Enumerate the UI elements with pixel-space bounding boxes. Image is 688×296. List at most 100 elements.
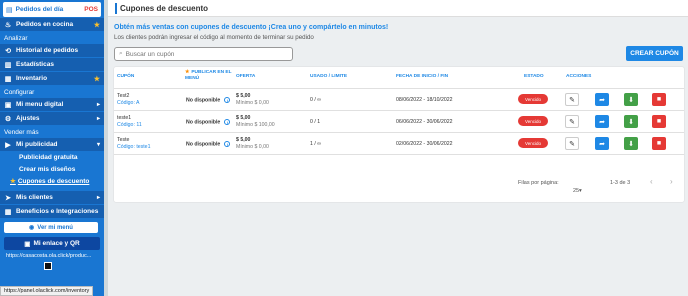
info-icon[interactable]: i bbox=[224, 141, 231, 147]
publish-status: No disponible i bbox=[186, 141, 231, 148]
sidebar-subitem-create-designs[interactable]: Crear mis diseños bbox=[0, 164, 104, 176]
sidebar-item-orders-today[interactable]: ▤ Pedidos del día POS bbox=[3, 2, 101, 17]
sidebar-item-stats[interactable]: ▥ Estadísticas bbox=[0, 58, 104, 71]
section-analyze: Analizar bbox=[4, 35, 28, 42]
pos-badge[interactable]: POS bbox=[84, 6, 98, 13]
edit-button[interactable]: ✎ bbox=[565, 115, 579, 128]
publish-status: No disponible i bbox=[186, 97, 231, 104]
coupon-name: Teste bbox=[117, 137, 130, 143]
offer-minimum: Mínimo $ 0,00 bbox=[236, 100, 269, 106]
delete-button[interactable]: ■ bbox=[652, 93, 666, 106]
chevron-right-icon: ▸ bbox=[96, 195, 100, 201]
link-qr-button[interactable]: ▣ Mi enlace y QR bbox=[4, 237, 100, 250]
inventory-icon: ▦ bbox=[4, 75, 12, 83]
search-input[interactable] bbox=[125, 50, 276, 58]
store-link[interactable]: https://casacosta.ola.click/produc... bbox=[6, 253, 100, 259]
link-icon: ▣ bbox=[24, 240, 31, 248]
sidebar-item-label: Beneficios e Integraciones bbox=[16, 208, 99, 215]
sidebar-item-customers[interactable]: ➤ Mis clientes ▸ bbox=[0, 191, 104, 204]
gear-icon: ⚙ bbox=[4, 115, 12, 123]
chart-icon: ▥ bbox=[4, 61, 12, 69]
sidebar-item-label: Pedidos del día bbox=[15, 6, 64, 13]
qr-code-icon[interactable] bbox=[44, 262, 52, 270]
grid-icon: ▦ bbox=[4, 208, 12, 216]
chevron-down-icon: ▾ bbox=[96, 142, 100, 148]
download-icon: ⬇ bbox=[628, 118, 634, 126]
create-coupon-button[interactable]: CREAR CUPÓN bbox=[626, 46, 683, 61]
view-menu-label: Ver mi menú bbox=[37, 224, 73, 231]
trash-icon: ■ bbox=[656, 118, 662, 125]
search-box[interactable]: ⌕ bbox=[114, 47, 293, 61]
kitchen-icon: ♨ bbox=[4, 21, 12, 29]
status-badge: Vencido bbox=[518, 94, 548, 104]
share-button[interactable]: ➦ bbox=[595, 115, 609, 128]
chevron-right-icon: ▸ bbox=[96, 116, 100, 122]
sidebar-item-label: Mis clientes bbox=[16, 194, 53, 201]
status-badge: Vencido bbox=[518, 116, 548, 126]
next-page-button[interactable]: › bbox=[670, 177, 673, 186]
sidebar-item-inventory[interactable]: ▦ Inventario ★ bbox=[0, 72, 104, 85]
chevron-right-icon: ▸ bbox=[96, 102, 100, 108]
page-range: 1-3 de 3 bbox=[610, 180, 631, 186]
delete-button[interactable]: ■ bbox=[652, 137, 666, 150]
col-status: ESTADO bbox=[524, 74, 544, 79]
sidebar-item-label: Ajustes bbox=[16, 115, 40, 122]
coupon-code: Código: A bbox=[117, 100, 140, 106]
star-icon: ★ bbox=[185, 70, 190, 75]
status-bar-url: https://panel.olaclick.com/inventory bbox=[0, 286, 94, 296]
offer-minimum: Mínimo $ 0,00 bbox=[236, 144, 269, 150]
sidebar-item-label: Mi menu digital bbox=[16, 101, 64, 108]
share-button[interactable]: ➦ bbox=[595, 137, 609, 150]
info-icon[interactable]: i bbox=[224, 119, 231, 125]
rows-per-page-label: Filas por página: bbox=[518, 180, 559, 186]
prev-page-button[interactable]: ‹ bbox=[650, 177, 653, 186]
download-button[interactable]: ⬇ bbox=[624, 93, 638, 106]
download-button[interactable]: ⬇ bbox=[624, 115, 638, 128]
table-header: CUPÓN ★ PUBLICAR EN EL MENÚ OFERTA USADO … bbox=[114, 67, 684, 89]
menu-icon: ▣ bbox=[4, 101, 12, 109]
offer-value: $ 5,00 bbox=[236, 115, 251, 121]
trash-icon: ■ bbox=[656, 140, 662, 147]
share-icon: ➦ bbox=[599, 140, 605, 148]
sidebar-item-advertising[interactable]: ▶ Mi publicidad ▾ bbox=[0, 138, 104, 151]
used-limit: 1 / ∞ bbox=[310, 141, 321, 147]
sidebar-item-benefits[interactable]: ▦ Beneficios e Integraciones bbox=[0, 205, 104, 218]
download-icon: ⬇ bbox=[628, 96, 634, 104]
edit-button[interactable]: ✎ bbox=[565, 93, 579, 106]
sidebar-item-kitchen[interactable]: ♨ Pedidos en cocina ★ bbox=[0, 18, 104, 31]
view-menu-button[interactable]: ◉ Ver mi menú bbox=[4, 222, 98, 233]
pencil-icon: ✎ bbox=[569, 96, 575, 104]
date-range: 06/06/2022 - 30/06/2022 bbox=[396, 119, 453, 125]
info-icon[interactable]: i bbox=[224, 97, 231, 103]
sidebar-subitem-coupons[interactable]: ★ Cupones de descuento bbox=[0, 176, 104, 188]
share-icon: ➦ bbox=[599, 118, 605, 126]
share-button[interactable]: ➦ bbox=[595, 93, 609, 106]
section-sell-more: Vender más bbox=[4, 129, 39, 136]
sidebar-item-settings[interactable]: ⚙ Ajustes ▸ bbox=[0, 112, 104, 125]
table-row: Test2 Código: A No disponible i $ 5,00 Mí… bbox=[114, 89, 684, 111]
table-row: teste1 Código: 11 No disponible i $ 5,00 … bbox=[114, 111, 684, 133]
subtitle-text: Los clientes podrán ingresar el código a… bbox=[114, 34, 314, 41]
star-icon: ★ bbox=[93, 21, 100, 29]
link-qr-label: Mi enlace y QR bbox=[33, 240, 80, 247]
sidebar-item-history[interactable]: ⟲ Historial de pedidos bbox=[0, 44, 104, 57]
offer-value: $ 5,00 bbox=[236, 93, 251, 99]
publish-status-label: No disponible bbox=[186, 97, 221, 104]
sidebar-item-label: Inventario bbox=[16, 75, 48, 82]
sidebar-scrollbar[interactable] bbox=[104, 0, 108, 296]
search-icon: ⌕ bbox=[119, 50, 123, 57]
download-button[interactable]: ⬇ bbox=[624, 137, 638, 150]
publish-status-label: No disponible bbox=[186, 141, 221, 148]
edit-button[interactable]: ✎ bbox=[565, 137, 579, 150]
sidebar-item-label: Pedidos en cocina bbox=[16, 21, 74, 28]
coupon-name: Test2 bbox=[117, 93, 130, 99]
delete-button[interactable]: ■ bbox=[652, 115, 666, 128]
sidebar-item-digital-menu[interactable]: ▣ Mi menu digital ▸ bbox=[0, 98, 104, 111]
sidebar: ▤ Pedidos del día POS ♨ Pedidos en cocin… bbox=[0, 0, 104, 296]
sidebar-subitem-free-ads[interactable]: Publicidad gratuita bbox=[0, 152, 104, 164]
trash-icon: ■ bbox=[656, 96, 662, 103]
col-used: USADO / LIMITE bbox=[310, 74, 348, 79]
title-accent-bar bbox=[115, 2, 117, 14]
coupon-code: Código: teste1 bbox=[117, 144, 151, 150]
offer-minimum: Mínimo $ 100,00 bbox=[236, 122, 275, 128]
